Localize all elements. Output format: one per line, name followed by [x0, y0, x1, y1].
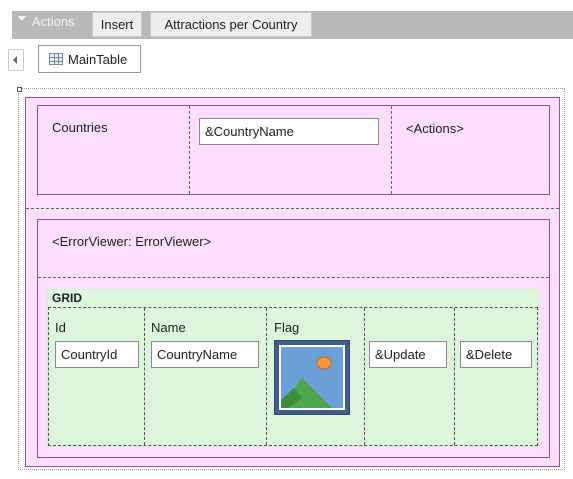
column-header-flag[interactable]: Flag: [274, 320, 299, 335]
attractions-per-country-button[interactable]: Attractions per Country: [150, 12, 312, 37]
row-divider: [26, 208, 559, 209]
table-icon: [49, 53, 63, 65]
column-header-id[interactable]: Id: [55, 320, 66, 335]
cell-divider: [189, 106, 190, 194]
grid-title: GRID: [52, 291, 82, 305]
error-viewer-control[interactable]: <ErrorViewer: ErrorViewer>: [52, 234, 211, 249]
bottom-border: [0, 472, 573, 479]
grid-column-divider: [454, 308, 455, 445]
delete-field[interactable]: &Delete: [460, 341, 532, 368]
grid-column-divider: [364, 308, 365, 445]
grid-column-divider: [144, 308, 145, 445]
insert-button[interactable]: Insert: [92, 12, 142, 37]
tab-main-table-label: MainTable: [68, 51, 128, 67]
resize-handle[interactable]: [17, 87, 22, 92]
update-field[interactable]: &Update: [369, 341, 447, 368]
chevron-down-icon[interactable]: [18, 16, 26, 21]
column-header-name[interactable]: Name: [151, 320, 186, 335]
country-id-field[interactable]: CountryId: [55, 341, 139, 368]
chevron-left-icon: [13, 56, 17, 64]
row-divider: [38, 277, 549, 278]
grid-column-divider: [266, 308, 267, 445]
cell-divider: [391, 106, 392, 194]
image-placeholder-icon[interactable]: [274, 340, 350, 415]
actions-placeholder[interactable]: <Actions>: [406, 121, 464, 136]
country-name-field[interactable]: &CountryName: [199, 118, 379, 145]
tab-main-table[interactable]: MainTable: [38, 45, 141, 73]
country-name-grid-field[interactable]: CountryName: [151, 341, 259, 368]
actions-menu-label[interactable]: Actions: [32, 14, 75, 29]
countries-label[interactable]: Countries: [52, 120, 108, 135]
